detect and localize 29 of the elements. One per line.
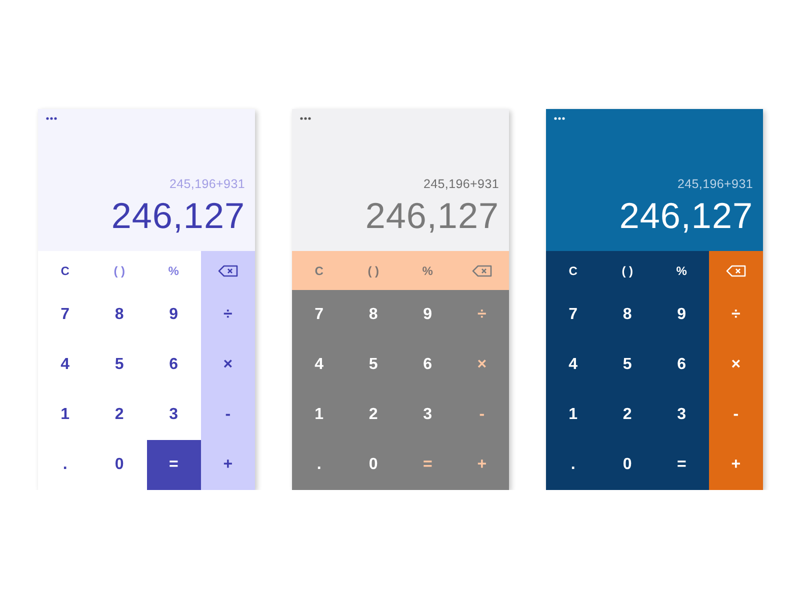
- operator-key[interactable]: -: [708, 390, 763, 440]
- operator-key[interactable]: ×: [200, 340, 255, 390]
- menu-icon[interactable]: [554, 117, 565, 120]
- result-text: 246,127: [111, 198, 245, 234]
- menu-icon[interactable]: [46, 117, 57, 120]
- expression-text: 245,196+931: [423, 178, 499, 190]
- operator-key[interactable]: -: [200, 390, 255, 440]
- backspace-icon[interactable]: [472, 264, 492, 276]
- operator-key[interactable]: ×: [708, 340, 763, 390]
- function-key[interactable]: ( ): [346, 251, 400, 290]
- clear-key[interactable]: C: [292, 251, 346, 290]
- backspace-icon[interactable]: [218, 264, 238, 276]
- expression-text: 245,196+931: [677, 178, 753, 190]
- expression-text: 245,196+931: [169, 178, 245, 190]
- result-text: 246,127: [619, 198, 753, 234]
- equals-key[interactable]: =: [146, 440, 201, 490]
- result-text: 246,127: [365, 198, 499, 234]
- operator-key[interactable]: +: [200, 440, 255, 490]
- backspace-key[interactable]: [454, 251, 509, 290]
- function-key[interactable]: %: [400, 251, 455, 290]
- operator-key[interactable]: ÷: [708, 290, 763, 340]
- decimal-key[interactable]: .: [546, 440, 600, 490]
- operator-key[interactable]: +: [708, 440, 763, 490]
- menu-icon[interactable]: [300, 117, 311, 120]
- decimal-key[interactable]: .: [38, 440, 92, 490]
- backspace-key[interactable]: [200, 251, 255, 290]
- backspace-key[interactable]: [708, 251, 763, 290]
- operator-key[interactable]: ÷: [200, 290, 255, 340]
- decimal-key[interactable]: .: [292, 440, 346, 490]
